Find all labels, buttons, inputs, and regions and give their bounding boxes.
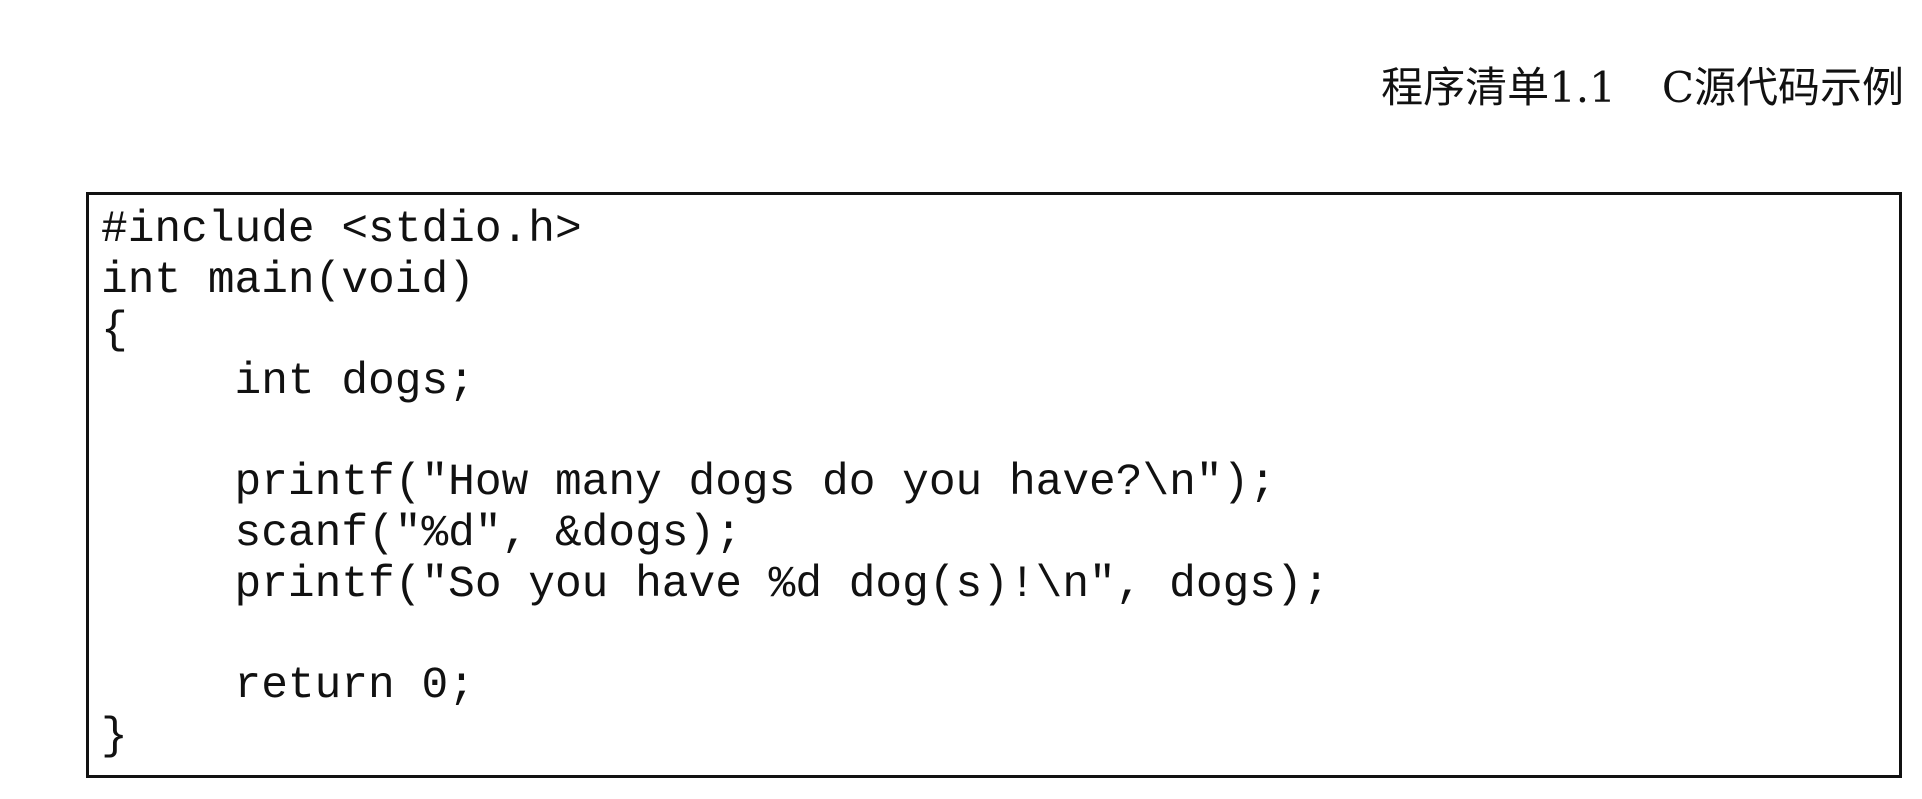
listing-caption: 程序清单1.1 C源代码示例 (704, 60, 1904, 116)
code-line-8: printf("So you have %d dog(s)!\n", dogs)… (101, 559, 1330, 610)
code-listing-box: #include <stdio.h> int main(void) { int … (86, 192, 1902, 778)
code-line-3: { (101, 306, 128, 357)
code-line-1: #include <stdio.h> (101, 205, 582, 255)
code-line-11: } (101, 711, 128, 762)
listing-title: C源代码示例 (1661, 63, 1904, 112)
code-line-2: int main(void) (101, 255, 475, 306)
listing-number: 程序清单1.1 (1381, 63, 1616, 112)
code-line-4: int dogs; (101, 357, 475, 408)
code-line-7: scanf("%d", &dogs); (101, 509, 742, 560)
code-line-6: printf("How many dogs do you have?\n"); (101, 458, 1276, 509)
code-line-10: return 0; (101, 661, 475, 712)
